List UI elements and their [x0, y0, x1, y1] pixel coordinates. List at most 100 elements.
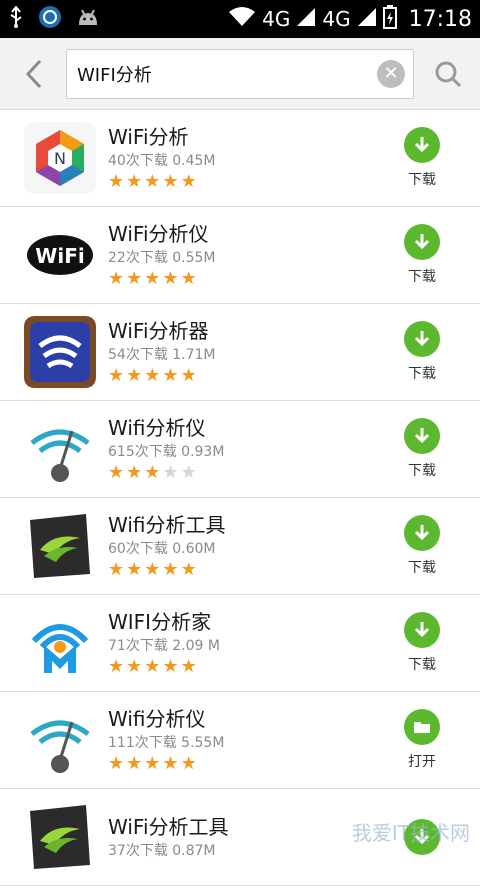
download-icon — [404, 515, 440, 551]
app-icon — [24, 413, 96, 485]
open-button[interactable]: 打开 — [382, 709, 462, 771]
star-icon: ★ — [144, 171, 161, 192]
app-icon — [24, 510, 96, 582]
signal-icon-2 — [357, 7, 377, 32]
download-button[interactable]: 下载 — [382, 612, 462, 674]
list-item[interactable]: N WiFi分析 40次下载 0.45M ★ ★ ★ ★ ★ 下载 — [0, 110, 480, 207]
app-icon — [24, 316, 96, 388]
folder-icon — [404, 709, 440, 745]
star-icon: ★ — [180, 656, 197, 677]
wifi-icon — [228, 6, 256, 33]
app-name: WiFi分析仪 — [108, 222, 209, 246]
star-icon: ★ — [126, 171, 143, 192]
star-icon: ★ — [162, 753, 179, 774]
rating-stars: ★ ★ ★ ★ ★ — [108, 561, 382, 579]
star-icon: ★ — [144, 656, 161, 677]
star-icon: ★ — [126, 656, 143, 677]
star-icon: ★ — [126, 559, 143, 580]
app-name: Wifi分析工具 — [108, 513, 226, 537]
app-notification-icon — [38, 5, 62, 33]
search-input[interactable] — [75, 62, 377, 85]
list-item[interactable]: WIFI分析家 71次下载 2.09 M ★ ★ ★ ★ ★ 下载 — [0, 595, 480, 692]
download-icon — [404, 321, 440, 357]
download-icon — [404, 224, 440, 260]
star-icon: ★ — [108, 656, 125, 677]
rating-stars: ★ ★ ★ ★ ★ — [108, 270, 382, 288]
app-name: Wifi分析仪 — [108, 707, 206, 731]
android-icon — [76, 7, 100, 31]
battery-icon — [382, 4, 397, 34]
star-icon: ★ — [126, 365, 143, 386]
svg-text:WiFi: WiFi — [35, 244, 84, 268]
search-field[interactable]: ✕ — [66, 48, 414, 99]
action-label: 下载 — [408, 172, 436, 188]
star-icon: ★ — [126, 753, 143, 774]
rating-stars: ★ ★ ★ ★ ★ — [108, 658, 382, 676]
app-name: WiFi分析工具 — [108, 814, 229, 839]
rating-stars: ★ ★ ★ ★ ★ — [108, 755, 382, 773]
download-button[interactable]: 下载 — [382, 127, 462, 189]
star-icon: ★ — [126, 462, 143, 483]
action-label: 下载 — [408, 463, 436, 479]
close-icon: ✕ — [383, 63, 399, 84]
download-icon — [404, 127, 440, 163]
star-icon: ★ — [180, 268, 197, 289]
list-item[interactable]: WiFi分析器 54次下载 1.71M ★ ★ ★ ★ ★ 下载 — [0, 304, 480, 401]
star-icon: ★ — [108, 171, 125, 192]
download-button[interactable]: 下载 — [382, 224, 462, 286]
app-icon: N — [24, 122, 96, 194]
star-icon: ★ — [180, 171, 197, 192]
list-item[interactable]: Wifi分析工具 60次下载 0.60M ★ ★ ★ ★ ★ 下载 — [0, 498, 480, 595]
app-meta: 60次下载 0.60M — [108, 541, 216, 557]
app-meta: 111次下载 5.55M — [108, 735, 225, 751]
star-icon: ★ — [180, 462, 197, 483]
app-icon — [24, 704, 96, 776]
action-label: 下载 — [408, 560, 436, 576]
action-label: 下载 — [408, 657, 436, 673]
star-icon: ★ — [144, 268, 161, 289]
star-icon: ★ — [180, 365, 197, 386]
signal-icon — [296, 7, 316, 32]
app-name: WiFi分析器 — [108, 319, 209, 343]
star-icon: ★ — [162, 559, 179, 580]
action-label: 下载 — [408, 366, 436, 382]
clear-search-button[interactable]: ✕ — [377, 59, 405, 88]
app-name: Wifi分析仪 — [108, 416, 206, 440]
star-icon: ★ — [162, 268, 179, 289]
app-meta: 37次下载 0.87M — [108, 842, 216, 859]
rating-stars: ★ ★ ★ ★ ★ — [108, 367, 382, 385]
list-item[interactable]: WiFi WiFi分析仪 22次下载 0.55M ★ ★ ★ ★ ★ 下载 — [0, 207, 480, 304]
star-icon: ★ — [108, 462, 125, 483]
app-meta: 40次下载 0.45M — [108, 153, 216, 169]
svg-text:N: N — [54, 149, 66, 168]
app-name: WiFi分析 — [108, 125, 189, 149]
star-icon: ★ — [108, 753, 125, 774]
star-icon: ★ — [144, 753, 161, 774]
star-icon: ★ — [108, 559, 125, 580]
download-button[interactable]: 下载 — [382, 321, 462, 383]
rating-stars: ★ ★ ★ ★ ★ — [108, 464, 382, 482]
app-meta: 615次下载 0.93M — [108, 444, 225, 460]
network-type-2: 4G — [322, 7, 351, 31]
download-button[interactable]: 下载 — [382, 515, 462, 577]
app-meta: 71次下载 2.09 M — [108, 638, 220, 654]
download-button[interactable]: 下载 — [382, 418, 462, 480]
list-item[interactable]: Wifi分析仪 111次下载 5.55M ★ ★ ★ ★ ★ 打开 — [0, 692, 480, 789]
star-icon: ★ — [180, 753, 197, 774]
app-name: WIFI分析家 — [108, 610, 212, 634]
app-icon — [24, 607, 96, 679]
clock: 17:18 — [408, 6, 472, 32]
list-item[interactable]: Wifi分析仪 615次下载 0.93M ★ ★ ★ ★ ★ 下载 — [0, 401, 480, 498]
star-icon: ★ — [162, 656, 179, 677]
chevron-left-icon — [25, 59, 42, 88]
status-bar: 4G 4G 17:18 — [0, 0, 480, 38]
star-icon: ★ — [108, 365, 125, 386]
search-header: ✕ — [0, 38, 480, 110]
star-icon: ★ — [162, 365, 179, 386]
watermark: 我爱IT技术网 — [351, 821, 470, 845]
network-type-1: 4G — [262, 7, 291, 31]
back-button[interactable] — [12, 52, 56, 96]
star-icon: ★ — [162, 171, 179, 192]
search-button[interactable] — [428, 54, 468, 94]
app-meta: 22次下载 0.55M — [108, 250, 216, 266]
